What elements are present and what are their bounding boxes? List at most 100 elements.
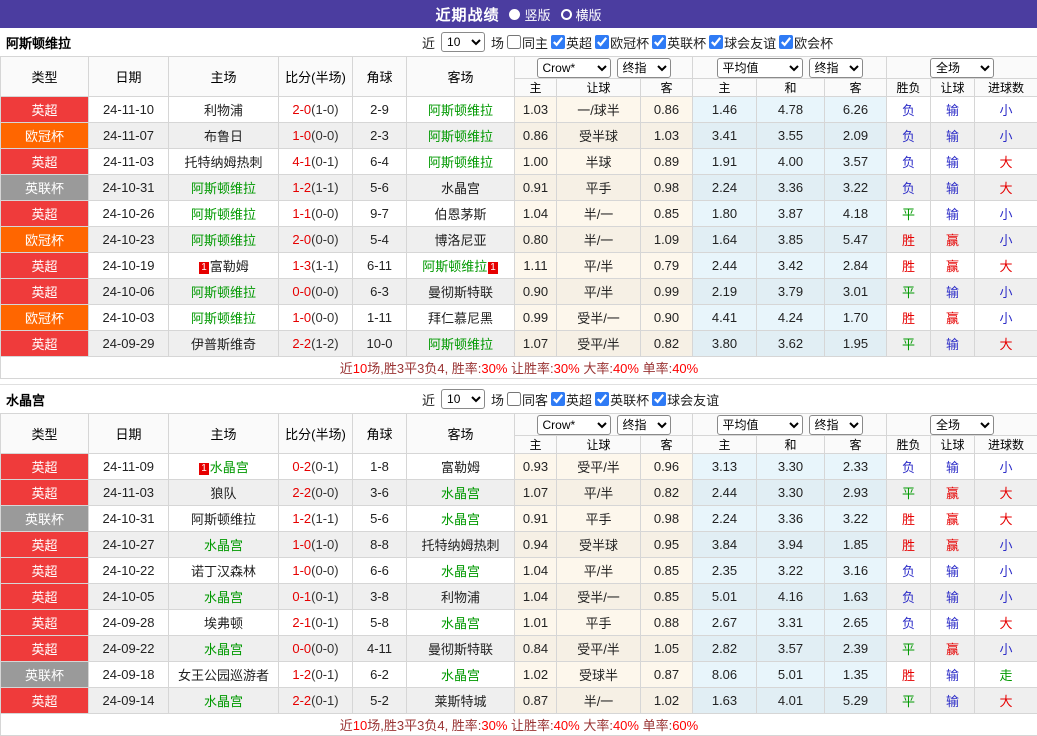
fulltime-score[interactable]: 1-2: [292, 511, 311, 526]
league-checkbox[interactable]: [595, 35, 609, 49]
fulltime-score[interactable]: 1-3: [292, 258, 311, 273]
fulltime-score[interactable]: 2-1: [292, 615, 311, 630]
same-home-checkbox[interactable]: [507, 35, 521, 49]
same-away-filter[interactable]: 同客: [507, 390, 548, 409]
home-team-name[interactable]: 阿斯顿维拉: [191, 512, 256, 527]
match-count-select[interactable]: 10: [441, 32, 485, 52]
league-filter[interactable]: 英超: [551, 390, 592, 409]
league-checkbox[interactable]: [595, 392, 609, 406]
fulltime-score[interactable]: 4-1: [292, 154, 311, 169]
halftime-score[interactable]: (1-0): [311, 537, 338, 552]
away-team-name[interactable]: 水晶宫: [441, 486, 480, 501]
final-odds-select[interactable]: 终指: [809, 415, 863, 435]
same-home-filter[interactable]: 同主: [507, 33, 548, 52]
halftime-score[interactable]: (1-1): [311, 180, 338, 195]
league-filter[interactable]: 英联杯: [595, 390, 649, 409]
fulltime-score[interactable]: 2-2: [292, 336, 311, 351]
halftime-score[interactable]: (0-0): [311, 485, 338, 500]
home-team-name[interactable]: 伊普斯维奇: [191, 337, 256, 352]
halftime-score[interactable]: (1-1): [311, 258, 338, 273]
match-count-select[interactable]: 10: [441, 389, 485, 409]
fulltime-select[interactable]: 全场: [930, 415, 994, 435]
home-team-name[interactable]: 水晶宫: [204, 694, 243, 709]
away-team-name[interactable]: 阿斯顿维拉: [428, 155, 493, 170]
away-team-name[interactable]: 曼彻斯特联: [428, 285, 493, 300]
home-team-name[interactable]: 水晶宫: [204, 538, 243, 553]
layout-option-vertical[interactable]: 竖版: [509, 5, 550, 24]
home-team-name[interactable]: 女王公园巡游者: [178, 668, 269, 683]
home-team-name[interactable]: 阿斯顿维拉: [191, 207, 256, 222]
bookmaker-select[interactable]: Crow*: [537, 415, 611, 435]
final-odds-select[interactable]: 终指: [809, 58, 863, 78]
away-team-name[interactable]: 曼彻斯特联: [428, 642, 493, 657]
fulltime-score[interactable]: 1-2: [292, 180, 311, 195]
fulltime-select[interactable]: 全场: [930, 58, 994, 78]
average-select[interactable]: 平均值: [717, 415, 803, 435]
home-team-name[interactable]: 诺丁汉森林: [191, 564, 256, 579]
home-team-name[interactable]: 水晶宫: [204, 590, 243, 605]
halftime-score[interactable]: (1-0): [311, 102, 338, 117]
fulltime-score[interactable]: 2-0: [292, 232, 311, 247]
halftime-score[interactable]: (0-1): [311, 154, 338, 169]
fulltime-score[interactable]: 2-0: [292, 102, 311, 117]
league-filter[interactable]: 英联杯: [652, 33, 706, 52]
away-team-name[interactable]: 阿斯顿维拉: [422, 259, 487, 274]
away-team-name[interactable]: 水晶宫: [441, 668, 480, 683]
away-team-name[interactable]: 富勒姆: [441, 460, 480, 475]
league-checkbox[interactable]: [709, 35, 723, 49]
fulltime-score[interactable]: 0-0: [292, 641, 311, 656]
away-team-name[interactable]: 拜仁慕尼黑: [428, 311, 493, 326]
halftime-score[interactable]: (0-0): [311, 232, 338, 247]
home-team-name[interactable]: 阿斯顿维拉: [191, 285, 256, 300]
away-team-name[interactable]: 利物浦: [441, 590, 480, 605]
home-team-name[interactable]: 阿斯顿维拉: [191, 181, 256, 196]
away-team-name[interactable]: 阿斯顿维拉: [428, 337, 493, 352]
league-checkbox[interactable]: [551, 35, 565, 49]
league-checkbox[interactable]: [551, 392, 565, 406]
league-filter[interactable]: 球会友谊: [709, 33, 776, 52]
fulltime-score[interactable]: 1-0: [292, 537, 311, 552]
away-team-name[interactable]: 伯恩茅斯: [434, 207, 486, 222]
layout-option-horizontal[interactable]: 横版: [561, 5, 602, 24]
league-checkbox[interactable]: [652, 35, 666, 49]
bookmaker-select[interactable]: Crow*: [537, 58, 611, 78]
final-odds-select[interactable]: 终指: [617, 58, 671, 78]
away-team-name[interactable]: 阿斯顿维拉: [428, 129, 493, 144]
away-team-name[interactable]: 水晶宫: [441, 616, 480, 631]
home-team-name[interactable]: 富勒姆: [210, 259, 249, 274]
league-filter[interactable]: 欧会杯: [779, 33, 833, 52]
home-team-name[interactable]: 阿斯顿维拉: [191, 311, 256, 326]
home-team-name[interactable]: 狼队: [210, 486, 236, 501]
fulltime-score[interactable]: 0-1: [292, 589, 311, 604]
away-team-name[interactable]: 托特纳姆热刺: [421, 538, 499, 553]
halftime-score[interactable]: (0-0): [311, 641, 338, 656]
halftime-score[interactable]: (0-1): [311, 589, 338, 604]
fulltime-score[interactable]: 2-2: [292, 485, 311, 500]
fulltime-score[interactable]: 1-0: [292, 310, 311, 325]
same-away-checkbox[interactable]: [507, 392, 521, 406]
away-team-name[interactable]: 水晶宫: [441, 564, 480, 579]
home-team-name[interactable]: 阿斯顿维拉: [191, 233, 256, 248]
average-select[interactable]: 平均值: [717, 58, 803, 78]
final-odds-select[interactable]: 终指: [617, 415, 671, 435]
fulltime-score[interactable]: 1-0: [292, 563, 311, 578]
league-filter[interactable]: 欧冠杯: [595, 33, 649, 52]
fulltime-score[interactable]: 1-2: [292, 667, 311, 682]
halftime-score[interactable]: (1-1): [311, 511, 338, 526]
halftime-score[interactable]: (0-1): [311, 667, 338, 682]
halftime-score[interactable]: (1-2): [311, 336, 338, 351]
halftime-score[interactable]: (0-0): [311, 206, 338, 221]
league-filter[interactable]: 英超: [551, 33, 592, 52]
halftime-score[interactable]: (0-1): [311, 615, 338, 630]
home-team-name[interactable]: 水晶宫: [210, 460, 249, 475]
fulltime-score[interactable]: 2-2: [292, 693, 311, 708]
halftime-score[interactable]: (0-0): [311, 310, 338, 325]
fulltime-score[interactable]: 0-0: [292, 284, 311, 299]
home-team-name[interactable]: 水晶宫: [204, 642, 243, 657]
radio-unselected-icon[interactable]: [561, 9, 572, 20]
fulltime-score[interactable]: 0-2: [292, 459, 311, 474]
away-team-name[interactable]: 莱斯特城: [434, 694, 486, 709]
home-team-name[interactable]: 埃弗顿: [204, 616, 243, 631]
away-team-name[interactable]: 阿斯顿维拉: [428, 103, 493, 118]
home-team-name[interactable]: 布鲁日: [204, 129, 243, 144]
